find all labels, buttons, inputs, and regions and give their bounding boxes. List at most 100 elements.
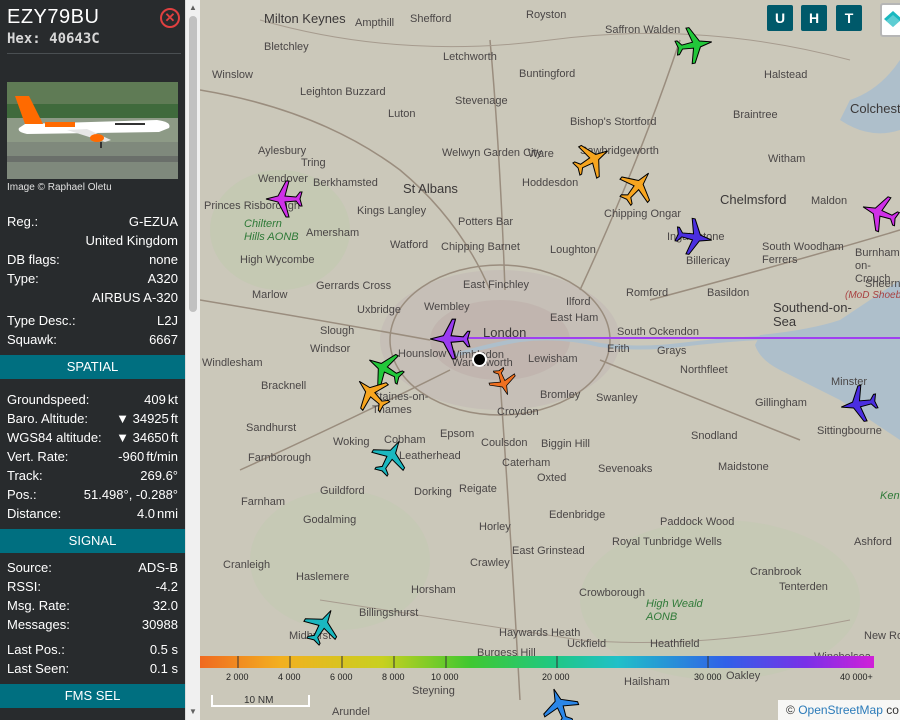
- place-label: Farnham: [241, 496, 286, 508]
- place-label: East Ham: [550, 312, 599, 324]
- aircraft-marker[interactable]: [836, 381, 882, 427]
- reg-value[interactable]: G-EZUA: [129, 213, 178, 231]
- place-label: Marlow: [252, 289, 288, 301]
- place-label: Tenterden: [779, 581, 828, 593]
- receiver-location-marker: [472, 352, 487, 367]
- place-label: Romford: [626, 287, 669, 299]
- place-label: High Weald AONB: [646, 598, 703, 623]
- place-label: Ampthill: [355, 17, 395, 29]
- place-label: Guildford: [320, 485, 365, 497]
- place-label: Croydon: [497, 406, 539, 418]
- osm-link[interactable]: OpenStreetMap: [798, 703, 883, 717]
- place-label: Slough: [320, 325, 355, 337]
- altitude-tick-label: 4 000: [278, 672, 301, 682]
- country-value: United Kingdom: [85, 233, 179, 248]
- sidebar-scrollbar[interactable]: ▲ ▼: [185, 0, 200, 720]
- place-label: Steyning: [412, 685, 455, 697]
- close-panel-button[interactable]: ✕: [160, 8, 180, 28]
- place-label: Horley: [479, 521, 511, 533]
- place-label: Witham: [768, 153, 806, 165]
- title-divider: [7, 53, 181, 54]
- fms-sel-header[interactable]: FMS SEL: [0, 684, 185, 708]
- altitude-tick-label: 10 000: [431, 672, 459, 682]
- type-row: Type: A320: [7, 271, 178, 286]
- place-label: Sevenoaks: [598, 463, 653, 475]
- place-label: Maidstone: [718, 461, 769, 473]
- toggle-u-button[interactable]: U: [767, 5, 793, 31]
- place-label: Berkhamsted: [313, 177, 378, 189]
- place-label: Edenbridge: [549, 509, 606, 521]
- place-label: Milton Keynes: [264, 11, 346, 26]
- place-label: Woking: [333, 436, 370, 448]
- scrollbar-thumb[interactable]: [189, 16, 197, 312]
- typedesc-row: Type Desc.: L2J: [7, 313, 178, 328]
- place-label: Bishop's Stortford: [570, 116, 657, 128]
- place-label: Grays: [657, 345, 687, 357]
- rssi-row: RSSI: -4.2: [7, 579, 178, 594]
- spatial-header[interactable]: SPATIAL: [0, 355, 185, 379]
- place-label: Godalming: [303, 514, 357, 526]
- scroll-down-icon[interactable]: ▼: [186, 705, 200, 719]
- place-label: Bletchley: [264, 41, 309, 53]
- place-label: Maldon: [811, 195, 848, 207]
- place-label: Caterham: [502, 457, 551, 469]
- position-row: Pos.: 51.498°, -0.288°: [7, 487, 178, 502]
- aircraft-photo[interactable]: [7, 82, 178, 179]
- app-root: EZY79BU Hex: 40643C ✕ Image © Raphael Ol…: [0, 0, 900, 720]
- place-label: East Grinstead: [512, 545, 585, 557]
- place-label: Cranleigh: [223, 559, 271, 571]
- squawk-row: Squawk: 6667: [7, 332, 178, 347]
- last-pos-row: Last Pos.: 0.5 s: [7, 642, 178, 657]
- place-label: Leighton Buzzard: [300, 86, 386, 98]
- place-label: Hailsham: [624, 676, 670, 688]
- place-label: Kent: [880, 490, 900, 502]
- signal-header[interactable]: SIGNAL: [0, 529, 185, 553]
- place-label: Billingshurst: [359, 607, 419, 619]
- place-label: Winslow: [212, 69, 253, 81]
- place-label: Luton: [388, 108, 416, 120]
- place-label: London: [483, 325, 527, 340]
- aircraft-marker[interactable]: [264, 179, 304, 219]
- place-label: Chipping Barnet: [441, 241, 520, 253]
- place-label: Kings Langley: [357, 205, 427, 217]
- dbflags-row: DB flags: none: [7, 252, 178, 267]
- scroll-up-icon[interactable]: ▲: [186, 1, 200, 15]
- map-view[interactable]: Milton Keynes Ampthill Shefford Royston …: [200, 0, 900, 720]
- place-label: Colchester: [850, 101, 900, 116]
- place-label: Northfleet: [680, 364, 728, 376]
- layers-button[interactable]: [880, 3, 900, 37]
- selected-aircraft-marker[interactable]: [428, 317, 472, 361]
- baro-altitude-row: Baro. Altitude: ▼ 34925 ft: [7, 411, 178, 426]
- altitude-tick-label: 40 000+: [840, 672, 873, 682]
- altitude-tick-label: 2 000: [226, 672, 249, 682]
- place-label: Stevenage: [455, 95, 508, 107]
- place-label: Sandhurst: [246, 422, 297, 434]
- aircraft-marker[interactable]: [671, 214, 717, 260]
- map-scale-label: 10 NM: [244, 695, 274, 706]
- altitude-tick-label: 30 000: [694, 672, 722, 682]
- place-label: Reigate: [459, 483, 497, 495]
- close-icon: ✕: [164, 10, 176, 25]
- place-label: Royal Tunbridge Wells: [612, 536, 722, 548]
- place-label: St Albans: [403, 181, 458, 196]
- distance-row: Distance: 4.0 nmi: [7, 506, 178, 521]
- place-label: Chelmsford: [720, 192, 787, 207]
- altitude-tick-label: 6 000: [330, 672, 353, 682]
- place-label: Shefford: [410, 13, 452, 25]
- place-label: Hoddesdon: [522, 177, 579, 189]
- layers-icon: [884, 11, 900, 27]
- altitude-tick-label: 8 000: [382, 672, 405, 682]
- place-label: Epsom: [440, 428, 475, 440]
- place-label: Southend-on-Sea: [773, 300, 852, 329]
- aircraft-marker[interactable]: [671, 22, 717, 68]
- aircraft-info-panel: EZY79BU Hex: 40643C ✕ Image © Raphael Ol…: [0, 0, 185, 720]
- place-label: Watford: [390, 239, 429, 251]
- place-label: Crowborough: [579, 587, 646, 599]
- last-seen-row: Last Seen: 0.1 s: [7, 661, 178, 676]
- place-label: Tring: [301, 157, 326, 169]
- reg-row: Reg.: G-EZUA: [7, 213, 178, 231]
- place-label: Loughton: [550, 244, 596, 256]
- toggle-h-button[interactable]: H: [801, 5, 827, 31]
- place-label: Ware: [528, 148, 554, 160]
- toggle-t-button[interactable]: T: [836, 5, 862, 31]
